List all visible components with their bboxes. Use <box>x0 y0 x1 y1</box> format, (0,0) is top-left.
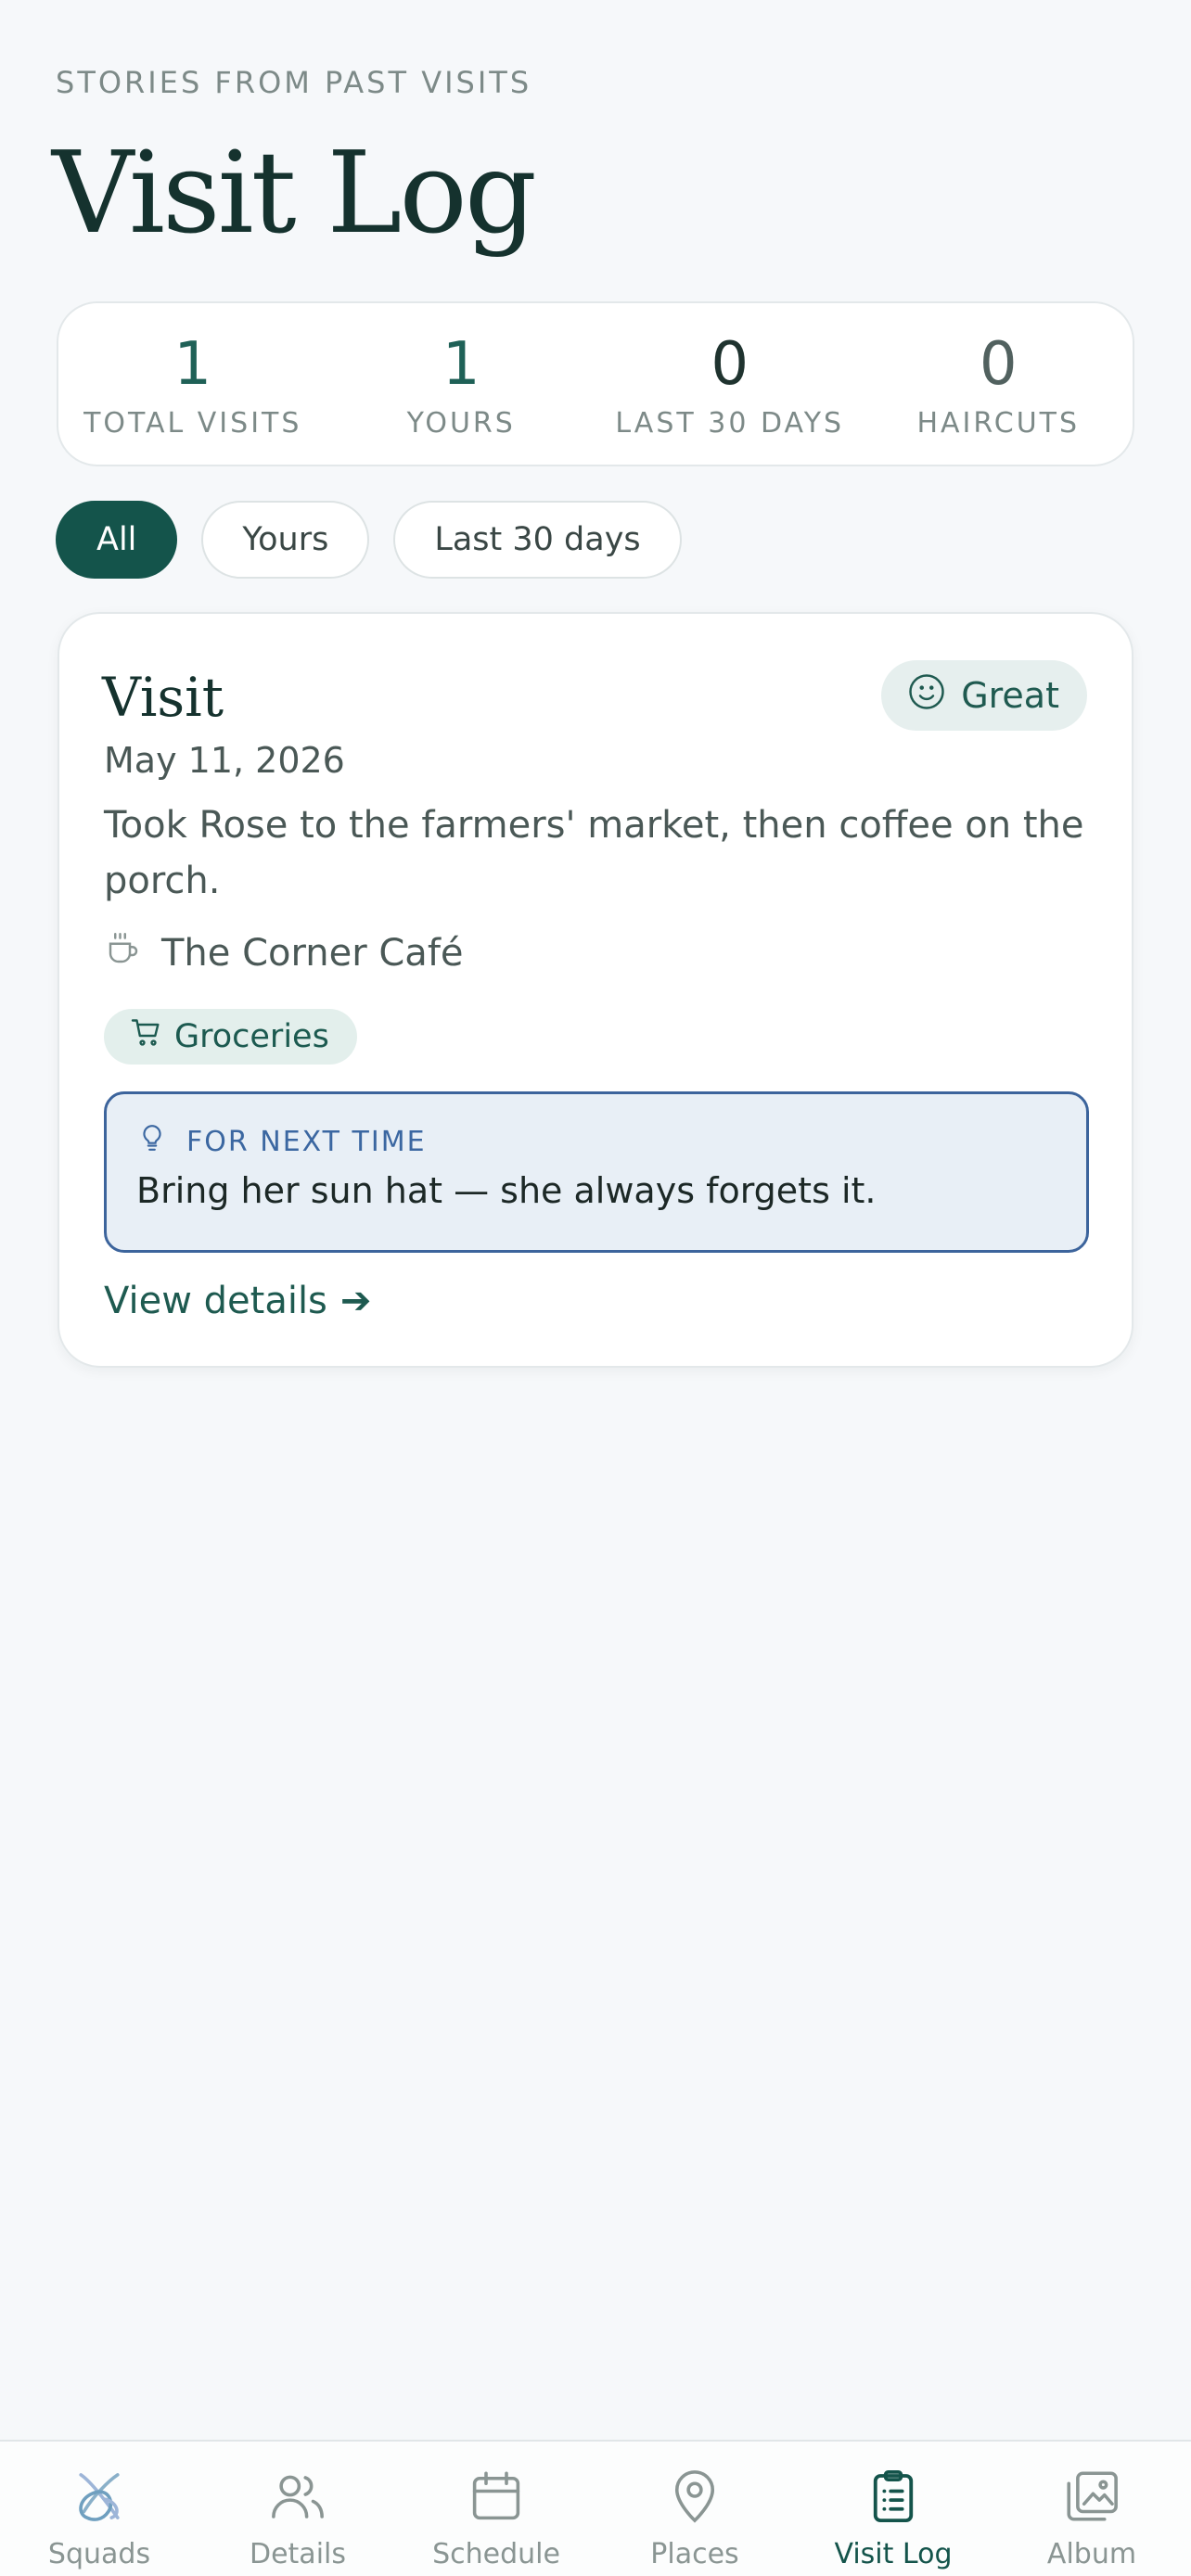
stat-label: TOTAL VISITS <box>83 407 302 440</box>
clipboard-icon <box>863 2466 924 2531</box>
stat-label: YOURS <box>406 407 516 440</box>
tab-visit-log[interactable]: Visit Log <box>794 2442 992 2576</box>
tab-squads[interactable]: Squads <box>0 2442 198 2576</box>
page-eyebrow: STORIES FROM PAST VISITS <box>56 65 532 100</box>
calendar-icon <box>466 2466 527 2531</box>
tab-label: Details <box>249 2538 346 2570</box>
visit-place: The Corner Café <box>104 929 464 977</box>
map-pin-icon <box>664 2466 725 2531</box>
filter-chip-last-30-days[interactable]: Last 30 days <box>393 501 682 579</box>
stat-value: 1 <box>442 330 480 399</box>
filter-chip-all[interactable]: All <box>56 501 178 579</box>
tab-places[interactable]: Places <box>596 2442 794 2576</box>
people-icon <box>267 2466 328 2531</box>
view-details-link[interactable]: View details ➔ <box>104 1280 371 1322</box>
stat-value: 0 <box>711 330 749 399</box>
tab-label: Squads <box>47 2538 151 2570</box>
tag-label: Groceries <box>174 1018 329 1055</box>
stat-total-visits: 1 TOTAL VISITS <box>58 303 327 465</box>
photo-album-icon <box>1061 2466 1122 2531</box>
stat-label: LAST 30 DAYS <box>615 407 845 440</box>
visit-date: May 11, 2026 <box>104 740 345 781</box>
visit-note: Took Rose to the farmers' market, then c… <box>104 804 1084 902</box>
stat-last-30-days: 0 LAST 30 DAYS <box>596 303 864 465</box>
visit-card[interactable]: Visit Great May 11, 2026 Took Rose to th… <box>58 612 1133 1368</box>
next-time-callout: FOR NEXT TIME Bring her sun hat — she al… <box>104 1091 1089 1253</box>
stats-card: 1 TOTAL VISITS 1 YOURS 0 LAST 30 DAYS 0 … <box>57 301 1134 466</box>
callout-heading-text: FOR NEXT TIME <box>186 1125 427 1158</box>
filter-bar: All Yours Last 30 days <box>56 501 682 579</box>
stat-value: 1 <box>173 330 212 399</box>
coffee-cup-icon <box>104 929 143 977</box>
filter-chip-yours[interactable]: Yours <box>201 501 370 579</box>
mood-label: Great <box>961 675 1059 716</box>
stat-haircuts: 0 HAIRCUTS <box>864 303 1133 465</box>
arrow-right-icon: ➔ <box>339 1280 372 1322</box>
tab-label: Schedule <box>432 2538 560 2570</box>
stat-value: 0 <box>979 330 1018 399</box>
page-title: Visit Log <box>52 127 537 259</box>
tag-chip: Groceries <box>104 1009 357 1065</box>
tab-label: Places <box>650 2538 739 2570</box>
stat-yours: 1 YOURS <box>327 303 596 465</box>
shopping-cart-icon <box>130 1016 163 1058</box>
view-details-label: View details <box>104 1280 327 1322</box>
tab-details[interactable]: Details <box>198 2442 397 2576</box>
tab-label: Visit Log <box>834 2538 953 2570</box>
smile-icon <box>907 672 946 720</box>
mood-badge: Great <box>881 660 1087 731</box>
visit-title: Visit <box>102 666 224 729</box>
tab-schedule[interactable]: Schedule <box>397 2442 596 2576</box>
tab-label: Album <box>1046 2538 1137 2570</box>
squads-logo-icon <box>69 2466 130 2531</box>
bottom-tab-bar: Squads Details Schedule Places Visit Log… <box>0 2440 1191 2576</box>
callout-heading: FOR NEXT TIME <box>136 1122 427 1161</box>
place-name: The Corner Café <box>161 932 464 975</box>
tab-album[interactable]: Album <box>992 2442 1191 2576</box>
stat-label: HAIRCUTS <box>916 407 1081 440</box>
callout-text: Bring her sun hat — she always forgets i… <box>136 1170 877 1211</box>
lightbulb-icon <box>136 1122 168 1161</box>
